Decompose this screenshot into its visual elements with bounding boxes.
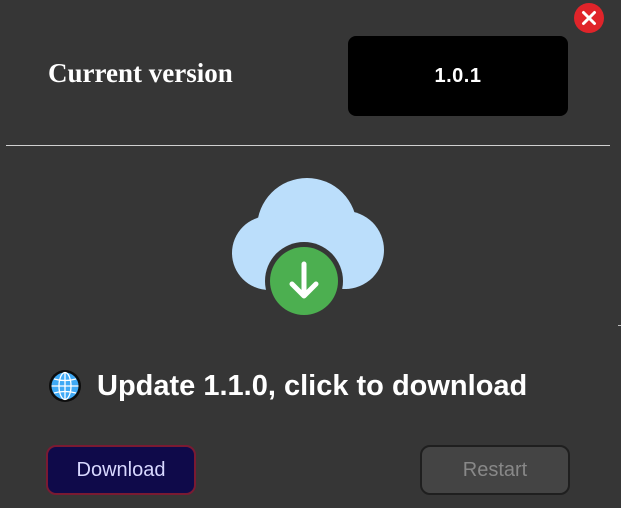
download-button[interactable]: Download <box>46 445 196 495</box>
current-version-value: 1.0.1 <box>434 64 482 87</box>
current-version-box: 1.0.1 <box>348 36 568 116</box>
update-dialog: Current version 1.0.1 Update 1.1.0, clic… <box>0 0 621 508</box>
restart-button[interactable]: Restart <box>420 445 570 495</box>
divider <box>6 145 610 146</box>
update-message: Update 1.1.0, click to download <box>97 369 528 402</box>
globe-icon <box>49 370 81 402</box>
close-button[interactable] <box>574 3 604 33</box>
close-icon <box>582 11 596 25</box>
cloud-download-icon <box>232 178 384 320</box>
update-download-link[interactable]: Update 1.1.0, click to download <box>48 366 527 406</box>
current-version-label: Current version <box>48 58 233 88</box>
